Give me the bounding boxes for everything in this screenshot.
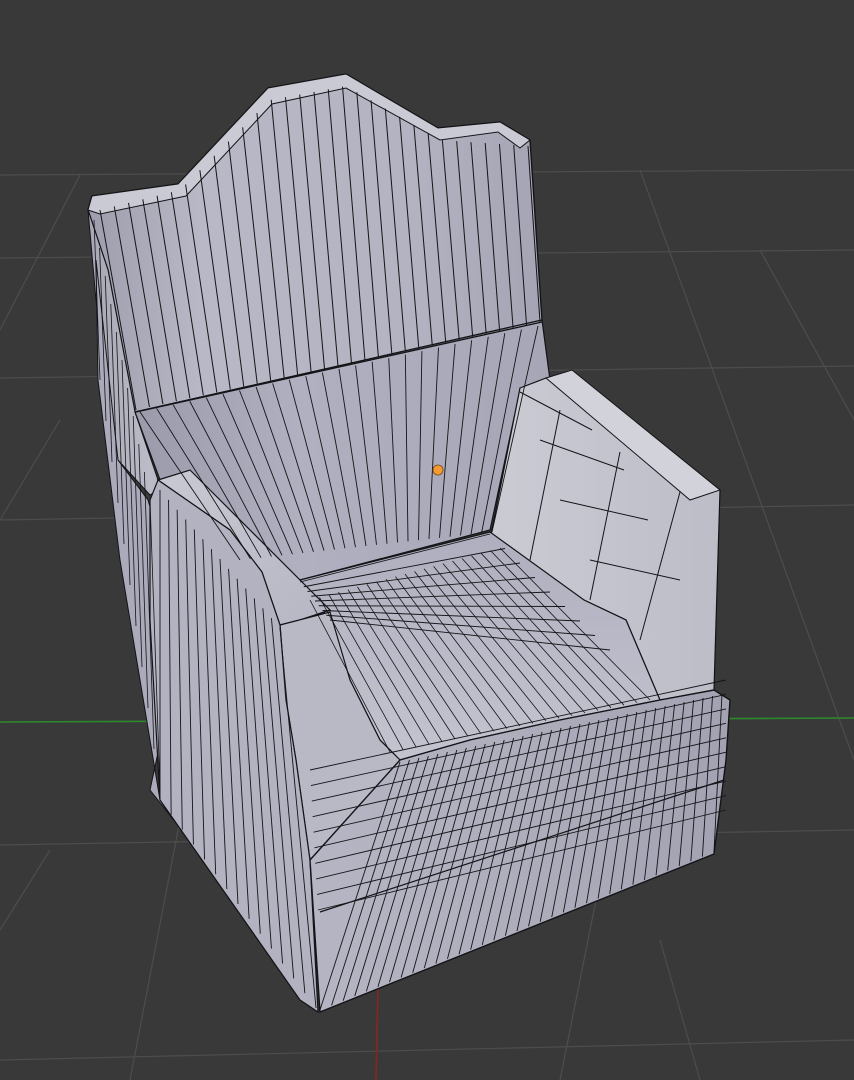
grid-line [659, 939, 701, 1080]
viewport-canvas[interactable] [0, 0, 854, 1080]
grid-line [759, 249, 854, 421]
grid-line [559, 899, 597, 1080]
grid-line [0, 849, 51, 931]
grid-line [0, 419, 61, 521]
grid-line [0, 1039, 854, 1061]
grid-line [129, 819, 181, 1080]
y-axis-line [375, 984, 379, 1080]
origin-dot-icon[interactable] [432, 464, 444, 476]
3d-viewport[interactable] [0, 0, 854, 1080]
armchair-mesh[interactable] [87, 73, 731, 1014]
grid-line [0, 174, 81, 331]
